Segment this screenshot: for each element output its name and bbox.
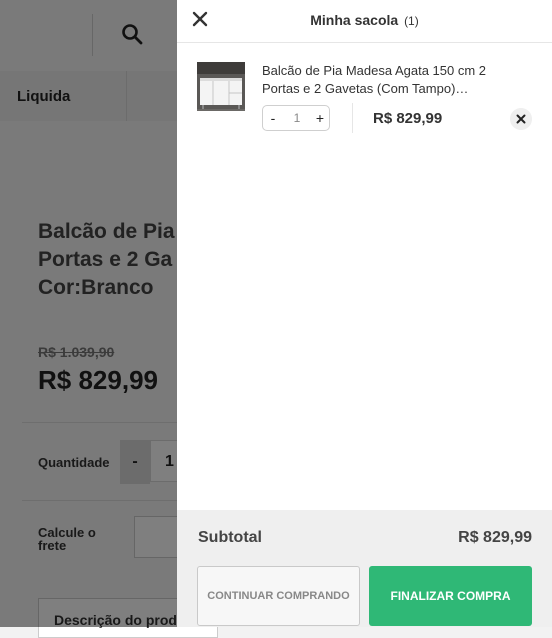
cart-title: Minha sacola (1) (177, 12, 552, 28)
remove-item-icon[interactable] (510, 108, 532, 130)
cart-item-name[interactable]: Balcão de Pia Madesa Agata 150 cm 2 Port… (262, 62, 512, 98)
subtotal-value: R$ 829,99 (458, 529, 532, 546)
cart-header: Minha sacola (1) (177, 0, 552, 43)
cart-item-price: R$ 829,99 (373, 110, 443, 127)
cart-title-text: Minha sacola (310, 12, 399, 28)
checkout-button[interactable]: FINALIZAR COMPRA (369, 566, 532, 626)
item-divider (352, 103, 353, 133)
subtotal-label: Subtotal (198, 529, 262, 546)
quantity-value[interactable]: 1 (285, 106, 309, 130)
quantity-increase-button[interactable]: + (310, 106, 330, 130)
cart-count: (1) (404, 14, 419, 28)
continue-shopping-button[interactable]: CONTINUAR COMPRANDO (197, 566, 360, 626)
quantity-decrease-button[interactable]: - (263, 106, 283, 130)
cart-footer: Subtotal R$ 829,99 CONTINUAR COMPRANDO F… (177, 510, 552, 627)
product-thumbnail[interactable] (197, 62, 245, 111)
cart-drawer: Minha sacola (1) Balcão de Pia Madesa Ag… (177, 0, 552, 627)
quantity-stepper: - 1 + (262, 105, 330, 131)
